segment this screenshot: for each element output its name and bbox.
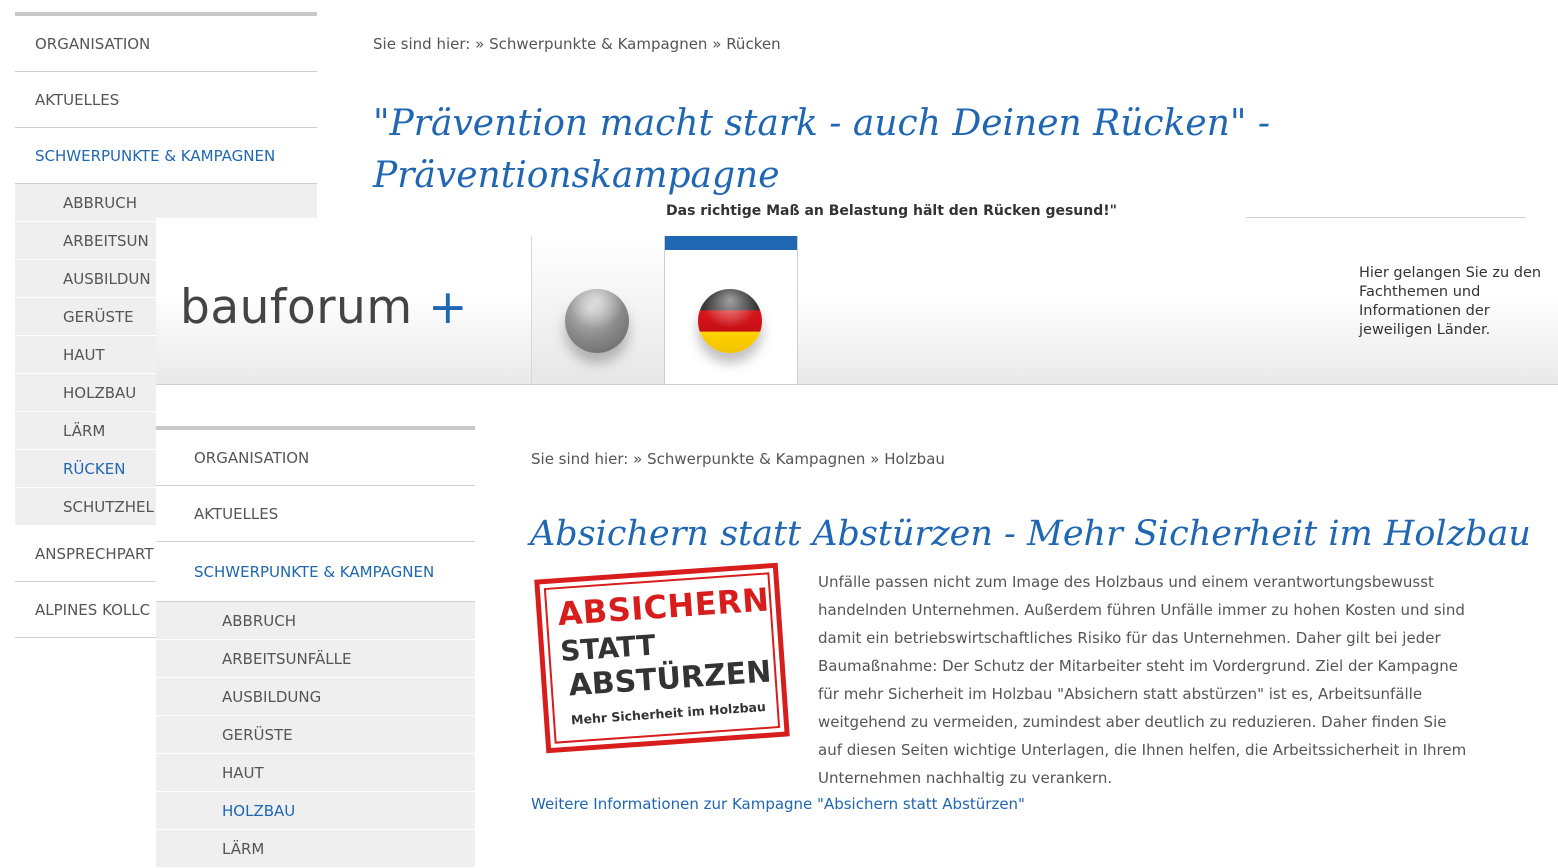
stamp-line2: STATT: [559, 628, 657, 669]
back-sub-abbruch[interactable]: ABBRUCH: [15, 184, 317, 222]
back-nav-aktuelles[interactable]: AKTUELLES: [15, 72, 317, 128]
front-sidebar-nav: ORGANISATION AKTUELLES SCHWERPUNKTE & KA…: [156, 426, 475, 868]
breadcrumb-separator: »: [712, 35, 722, 53]
active-tab-indicator: [665, 236, 797, 250]
back-title-line2: Präventionskampagne: [373, 155, 780, 196]
site-header: bauforum + Hier gelangen Sie zu den Fach…: [156, 218, 1558, 385]
sub-ausbildung[interactable]: AUSBILDUNG: [156, 678, 475, 716]
globe-shine: [698, 289, 762, 353]
sub-laerm[interactable]: LÄRM: [156, 830, 475, 868]
sub-abbruch[interactable]: ABBRUCH: [156, 602, 475, 640]
back-nav-schwerpunkte[interactable]: SCHWERPUNKTE & KAMPAGNEN: [15, 128, 317, 184]
logo-text: bauforum: [180, 280, 413, 335]
country-hint-text: Hier gelangen Sie zu den Fachthemen und …: [1359, 265, 1542, 338]
sub-arbeitsunfaelle[interactable]: ARBEITSUNFÄLLE: [156, 640, 475, 678]
article-body: Unfälle passen nicht zum Image des Holzb…: [818, 573, 1467, 787]
page-title: Absichern statt Abstürzen - Mehr Sicherh…: [530, 514, 1531, 554]
nav-organisation[interactable]: ORGANISATION: [156, 430, 475, 486]
breadcrumb-prefix: Sie sind hier:: [531, 450, 629, 468]
tab-europe[interactable]: [531, 236, 664, 384]
breadcrumb-link-schwerpunkte[interactable]: Schwerpunkte & Kampagnen: [647, 450, 865, 468]
back-title-line1: "Prävention macht stark - auch Deinen Rü…: [373, 103, 1271, 144]
back-cut-text: Das richtige Maß an Belastung hält den R…: [666, 203, 1117, 219]
logo-plus-icon: +: [428, 280, 468, 335]
back-breadcrumb: Sie sind hier: » Schwerpunkte & Kampagne…: [373, 35, 781, 53]
campaign-stamp-logo: ABSICHERN STATT ABSTÜRZEN Mehr Sicherhei…: [534, 562, 790, 754]
breadcrumb-separator: »: [870, 450, 880, 468]
breadcrumb-link-holzbau[interactable]: Holzbau: [884, 450, 945, 468]
breadcrumb-separator: »: [633, 450, 643, 468]
back-page-title: "Prävention macht stark - auch Deinen Rü…: [373, 98, 1270, 202]
breadcrumb: Sie sind hier: » Schwerpunkte & Kampagne…: [531, 450, 945, 468]
breadcrumb-prefix: Sie sind hier:: [373, 35, 471, 53]
sub-list: ABBRUCH ARBEITSUNFÄLLE AUSBILDUNG GERÜST…: [156, 602, 475, 868]
more-info-link[interactable]: Weitere Informationen zur Kampagne "Absi…: [531, 795, 1025, 813]
nav-aktuelles[interactable]: AKTUELLES: [156, 486, 475, 542]
breadcrumb-link-ruecken[interactable]: Rücken: [726, 35, 780, 53]
sub-haut[interactable]: HAUT: [156, 754, 475, 792]
sub-gerueste[interactable]: GERÜSTE: [156, 716, 475, 754]
bauforum-logo[interactable]: bauforum +: [180, 280, 468, 335]
breadcrumb-separator: »: [475, 35, 485, 53]
nav-schwerpunkte[interactable]: SCHWERPUNKTE & KAMPAGNEN: [156, 542, 475, 602]
globe-shine: [565, 289, 629, 353]
back-nav-organisation[interactable]: ORGANISATION: [15, 16, 317, 72]
breadcrumb-link-schwerpunkte[interactable]: Schwerpunkte & Kampagnen: [489, 35, 707, 53]
tab-germany[interactable]: [664, 236, 798, 384]
sub-holzbau[interactable]: HOLZBAU: [156, 792, 475, 830]
